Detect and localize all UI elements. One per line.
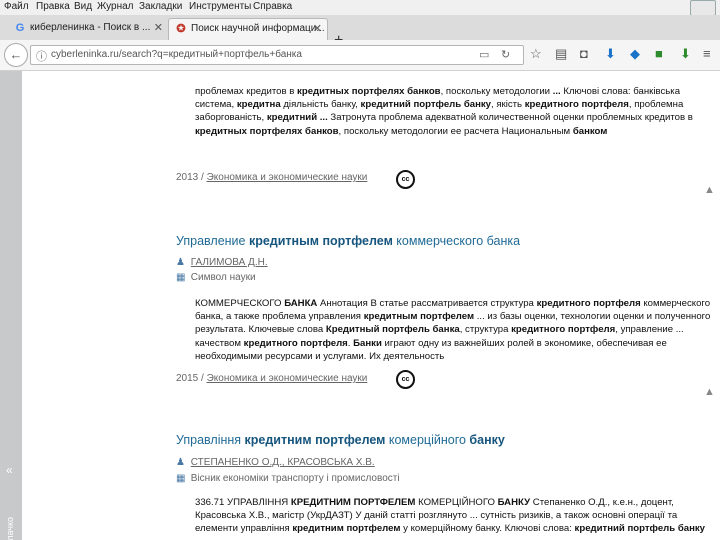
close-tab-icon[interactable]: ✕ [154, 21, 163, 34]
tab-label: Поиск научной информаци... [191, 23, 325, 34]
result-topic-link[interactable]: Экономика и экономические науки [207, 373, 368, 384]
result-3-journal: ▦ Вісник економіки транспорту і промисло… [176, 473, 400, 484]
result-topic-link[interactable]: Экономика и экономические науки [207, 172, 368, 183]
close-tab-icon[interactable]: ✕ [313, 22, 322, 35]
download-icon[interactable]: ⬇ [605, 46, 616, 62]
report-icon[interactable]: ▲ [704, 386, 715, 398]
result-2-meta: 2015 / Экономика и экономические науки [176, 373, 368, 384]
menu-edit[interactable]: Правка [36, 1, 70, 12]
result-2-abstract: КОММЕРЧЕСКОГО БАНКА Аннотация В статье р… [195, 298, 711, 362]
menu-history[interactable]: Журнал [97, 1, 134, 12]
library-icon[interactable]: ▤ [555, 46, 567, 62]
url-bar[interactable]: ⓘ cyberleninka.ru/search?q=кредитный+пор… [30, 45, 524, 65]
result-1-meta: 2013 / Экономика и экономические науки [176, 172, 368, 183]
menu-file[interactable]: Файл [4, 1, 29, 12]
result-3-abstract: 336.71 УПРАВЛІННЯ КРЕДИТНИМ ПОРТФЕЛЕМ КО… [195, 497, 706, 535]
result-2-author: ♟ ГАЛИМОВА Д.Н. [176, 257, 268, 268]
author-link[interactable]: СТЕПАНЕНКО О.Д., КРАСОВСЬКА Х.В. [191, 457, 375, 468]
journal-name[interactable]: Символ науки [191, 272, 256, 283]
result-1-abstract: проблемах кредитов в кредитных портфелях… [195, 86, 693, 137]
result-2-title[interactable]: Управление кредитным портфелем коммерчес… [176, 234, 520, 248]
user-icon: ♟ [176, 457, 185, 468]
title-highlight: кредитним портфелем [244, 433, 386, 447]
cyberleninka-icon: ✪ [176, 23, 186, 35]
tab-bar: G киберленинка - Поиск в ... ✕ ✪ Поиск н… [0, 15, 720, 49]
cc-license-icon[interactable]: cc [396, 170, 415, 189]
result-year: 2015 [176, 373, 199, 384]
title-highlight: кредитным портфелем [248, 234, 393, 248]
result-2-journal: ▦ Символ науки [176, 272, 256, 283]
sidebar-strip: « Облачко [0, 71, 22, 540]
user-icon: ♟ [176, 257, 185, 268]
menu-view[interactable]: Вид [74, 1, 92, 12]
title-part: комерційного [385, 433, 470, 447]
result-3-title[interactable]: Управління кредитним портфелем комерційн… [176, 433, 505, 447]
info-icon[interactable]: ⓘ [36, 48, 47, 64]
title-highlight: банку [469, 433, 505, 447]
page-content: « Облачко проблемах кредитов в кредитных… [0, 71, 720, 540]
tab-cyberleninka-search[interactable]: ✪ Поиск научной информаци... ✕ [168, 18, 328, 40]
extension-icon[interactable]: ◆ [630, 46, 640, 62]
google-icon: G [15, 22, 25, 34]
reload-icon[interactable]: ↻ [501, 48, 510, 61]
pocket-icon[interactable]: ◘ [580, 46, 588, 62]
browser-window: Файл Правка Вид Журнал Закладки Инструме… [0, 0, 720, 540]
bookmark-star-icon[interactable]: ☆ [530, 46, 542, 62]
reader-view-icon[interactable]: ▭ [479, 48, 489, 61]
menu-help[interactable]: Справка [253, 1, 292, 12]
title-part: коммерческого банка [392, 234, 521, 248]
result-year: 2013 [176, 172, 199, 183]
author-link[interactable]: ГАЛИМОВА Д.Н. [191, 257, 268, 268]
title-part: Управління [176, 433, 245, 447]
double-chevron-icon[interactable]: « [6, 463, 13, 477]
menu-bookmarks[interactable]: Закладки [139, 1, 182, 12]
tab-google-search[interactable]: G киберленинка - Поиск в ... ✕ [8, 18, 168, 40]
menu-tools[interactable]: Инструменты [189, 1, 251, 12]
journal-icon: ▦ [176, 473, 186, 484]
navigation-bar: ← ⓘ cyberleninka.ru/search?q=кредитный+п… [0, 40, 720, 71]
save-down-icon[interactable]: ⬇ [680, 46, 691, 62]
menu-hamburger-icon[interactable]: ≡ [703, 46, 711, 62]
journal-name[interactable]: Вісник економіки транспорту і промислово… [191, 473, 400, 484]
addon-icon[interactable]: ■ [655, 46, 663, 62]
url-text: cyberleninka.ru/search?q=кредитный+портф… [51, 49, 302, 60]
window-controls[interactable] [690, 0, 716, 16]
tab-label: киберленинка - Поиск в ... [30, 22, 151, 33]
report-icon[interactable]: ▲ [704, 184, 715, 196]
result-3-author: ♟ СТЕПАНЕНКО О.Д., КРАСОВСЬКА Х.В. [176, 457, 375, 468]
cc-license-icon[interactable]: cc [396, 370, 415, 389]
back-button[interactable]: ← [4, 43, 28, 67]
journal-icon: ▦ [176, 272, 186, 283]
title-part: Управление [176, 234, 249, 248]
menu-bar: Файл Правка Вид Журнал Закладки Инструме… [0, 0, 720, 16]
sidebar-label[interactable]: Облачко [5, 517, 15, 540]
